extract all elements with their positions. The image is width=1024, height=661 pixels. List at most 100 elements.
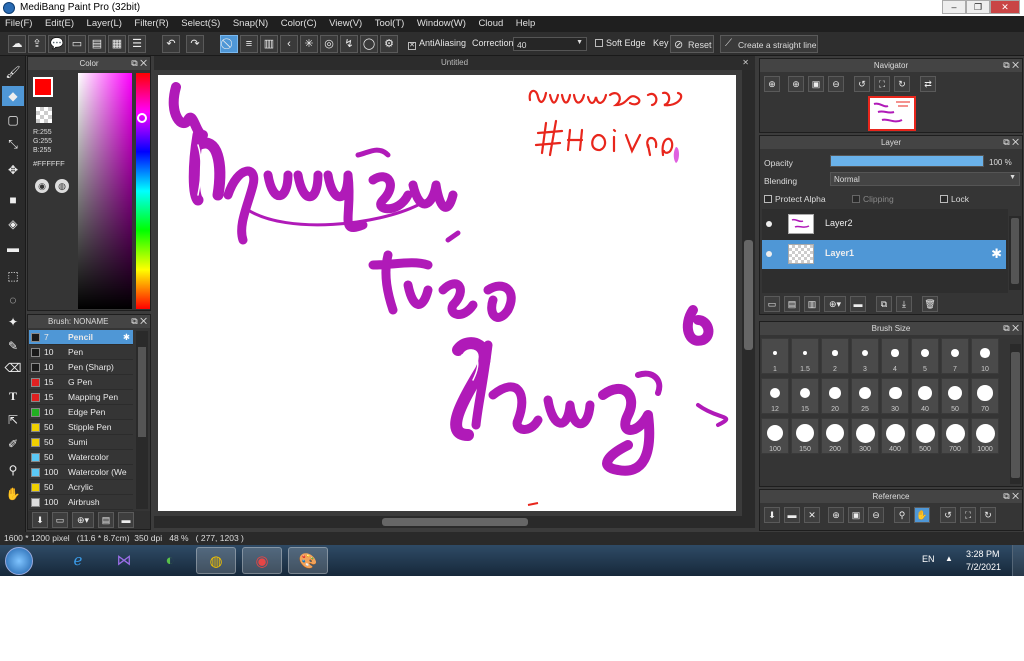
fill-shape-tool-icon[interactable]: ■ bbox=[2, 190, 24, 210]
panel-close-icon[interactable]: ⧉ ✕ bbox=[1003, 59, 1019, 72]
brush-download-icon[interactable]: ⬇ bbox=[32, 512, 48, 528]
menu-window[interactable]: Window(W) bbox=[412, 16, 471, 32]
brush-list-scrollbar[interactable] bbox=[136, 331, 148, 509]
minimize-button[interactable]: – bbox=[942, 0, 966, 14]
new-layer-icon[interactable]: ▭ bbox=[764, 296, 780, 312]
layer-scroll-thumb[interactable] bbox=[1011, 218, 1019, 284]
coccoc-browser-icon[interactable]: ◐ bbox=[150, 547, 190, 574]
canvas-horizontal-scrollbar[interactable] bbox=[154, 516, 755, 528]
clock-date[interactable]: 7/2/2021 bbox=[966, 562, 1001, 572]
layer-settings-gear-icon[interactable]: ✱ bbox=[991, 246, 1002, 262]
brush-list-item[interactable]: 15 Mapping Pen bbox=[29, 390, 133, 405]
eraser-tool-icon[interactable]: ◆ bbox=[2, 86, 24, 106]
reference-zoom-out-icon[interactable]: ⊖ bbox=[868, 507, 884, 523]
canvas-horizontal-scroll-thumb[interactable] bbox=[382, 518, 528, 526]
page-icon[interactable]: ▤ bbox=[88, 35, 106, 53]
brush-size-option[interactable]: 20 bbox=[821, 378, 849, 414]
reference-hand-icon[interactable]: ✋ bbox=[914, 507, 930, 523]
primary-color-swatch[interactable] bbox=[33, 77, 53, 97]
brush-size-option[interactable]: 40 bbox=[911, 378, 939, 414]
menu-file[interactable]: File(F) bbox=[0, 16, 37, 32]
brush-size-option[interactable]: 500 bbox=[911, 418, 939, 454]
rotate-left-icon[interactable]: ↺ bbox=[854, 76, 870, 92]
rotate-right-icon[interactable]: ↻ bbox=[894, 76, 910, 92]
palette-icon[interactable]: ◍ bbox=[55, 179, 69, 193]
internet-explorer-icon[interactable]: ℯ bbox=[58, 547, 98, 574]
flip-horizontal-icon[interactable]: ⇄ bbox=[920, 76, 936, 92]
brush-list-scroll-thumb[interactable] bbox=[138, 347, 146, 437]
lock-checkbox[interactable]: Lock bbox=[940, 194, 969, 204]
brush-size-scroll-thumb[interactable] bbox=[1011, 352, 1020, 478]
brush-size-option[interactable]: 1000 bbox=[971, 418, 999, 454]
close-button[interactable]: ✕ bbox=[990, 0, 1020, 14]
merge-layer-icon[interactable]: ⤓ bbox=[896, 296, 912, 312]
brush-size-option[interactable]: 3 bbox=[851, 338, 879, 374]
chrome-icon[interactable]: ◍ bbox=[196, 547, 236, 574]
reference-eyedropper-icon[interactable]: ⚲ bbox=[894, 507, 910, 523]
snap-perspective-icon[interactable]: ‹ bbox=[280, 35, 298, 53]
menu-layer[interactable]: Layer(L) bbox=[82, 16, 127, 32]
brush-size-option[interactable]: 70 bbox=[971, 378, 999, 414]
reference-reset-view-icon[interactable]: ⛶ bbox=[960, 507, 976, 523]
brush-list-item[interactable]: 50 Stipple Pen bbox=[29, 420, 133, 435]
brush-size-option[interactable]: 50 bbox=[941, 378, 969, 414]
grid-page-icon[interactable]: ▦ bbox=[108, 35, 126, 53]
brush-size-option[interactable]: 30 bbox=[881, 378, 909, 414]
snap-settings-icon[interactable]: ⚙ bbox=[380, 35, 398, 53]
soft-edge-checkbox[interactable]: Soft Edge bbox=[595, 38, 646, 48]
drawing-canvas[interactable] bbox=[158, 75, 736, 511]
reference-rotate-left-icon[interactable]: ↺ bbox=[940, 507, 956, 523]
color-wheel-icon[interactable]: ◉ bbox=[35, 179, 49, 193]
brush-size-option[interactable]: 7 bbox=[941, 338, 969, 374]
layer-row[interactable]: Layer1 ✱ bbox=[762, 240, 1006, 269]
canvas-vertical-scrollbar[interactable] bbox=[742, 70, 755, 516]
brush-tool-icon[interactable]: 🖌 bbox=[2, 62, 24, 82]
brush-size-option[interactable]: 150 bbox=[791, 418, 819, 454]
brush-list-item[interactable]: 15 G Pen bbox=[29, 375, 133, 390]
reset-view-icon[interactable]: ⛶ bbox=[874, 76, 890, 92]
snap-curve-icon[interactable]: ↯ bbox=[340, 35, 358, 53]
blending-select[interactable]: Normal ▼ bbox=[830, 172, 1020, 186]
brush-size-option[interactable]: 2 bbox=[821, 338, 849, 374]
brush-settings-gear-icon[interactable]: ✱ bbox=[123, 330, 130, 344]
paint-taskbar-icon[interactable]: 🎨 bbox=[288, 547, 328, 574]
brush-size-option[interactable]: 4 bbox=[881, 338, 909, 374]
undo-button[interactable]: ↶ bbox=[162, 35, 180, 53]
brush-list-item[interactable]: 10 Edge Pen bbox=[29, 405, 133, 420]
comment-icon[interactable]: 💬 bbox=[48, 35, 66, 53]
zoom-in-icon[interactable]: ⊕ bbox=[764, 76, 780, 92]
snap-radial-icon[interactable]: ✳ bbox=[300, 35, 318, 53]
brush-size-option[interactable]: 100 bbox=[761, 418, 789, 454]
clock-time[interactable]: 3:28 PM bbox=[966, 549, 1000, 559]
brush-list-item[interactable]: 100 Airbrush bbox=[29, 495, 133, 510]
menu-color[interactable]: Color(C) bbox=[276, 16, 322, 32]
new-halftone-layer-icon[interactable]: ▥ bbox=[804, 296, 820, 312]
menu-snap[interactable]: Snap(N) bbox=[228, 16, 273, 32]
show-desktop-button[interactable] bbox=[1012, 545, 1024, 576]
zoom-in-plus-icon[interactable]: ⊕ bbox=[788, 76, 804, 92]
saturation-value-picker[interactable] bbox=[78, 73, 132, 309]
reference-download-icon[interactable]: ⬇ bbox=[764, 507, 780, 523]
antialiasing-checkbox[interactable]: ✕ AntiAliasing bbox=[408, 38, 466, 50]
list-icon[interactable]: ☰ bbox=[128, 35, 146, 53]
brush-size-option[interactable]: 400 bbox=[881, 418, 909, 454]
dot-tool-icon[interactable]: ▢ bbox=[2, 110, 24, 130]
select-pen-tool-icon[interactable]: ✎ bbox=[2, 336, 24, 356]
panel-close-icon[interactable]: ⧉ ✕ bbox=[1003, 136, 1019, 149]
brush-size-option[interactable]: 300 bbox=[851, 418, 879, 454]
opacity-slider[interactable] bbox=[830, 155, 984, 167]
layer-list-scrollbar[interactable] bbox=[1009, 216, 1021, 290]
menu-edit[interactable]: Edit(E) bbox=[40, 16, 79, 32]
eyedropper-tool-icon[interactable]: ⚲ bbox=[2, 460, 24, 480]
brush-folder-icon[interactable]: ▬ bbox=[118, 512, 134, 528]
document-icon[interactable]: ▭ bbox=[68, 35, 86, 53]
brush-list-item[interactable]: 100 Watercolor (We bbox=[29, 465, 133, 480]
menu-select[interactable]: Select(S) bbox=[176, 16, 225, 32]
brush-size-scrollbar[interactable] bbox=[1010, 344, 1021, 484]
redo-button[interactable]: ↷ bbox=[186, 35, 204, 53]
add-layer-dropdown-icon[interactable]: ⊕▾ bbox=[824, 296, 846, 312]
brush-size-option[interactable]: 15 bbox=[791, 378, 819, 414]
reference-close-icon[interactable]: ✕ bbox=[804, 507, 820, 523]
fit-window-icon[interactable]: ▣ bbox=[808, 76, 824, 92]
visual-studio-icon[interactable]: ⋈ bbox=[104, 547, 144, 574]
